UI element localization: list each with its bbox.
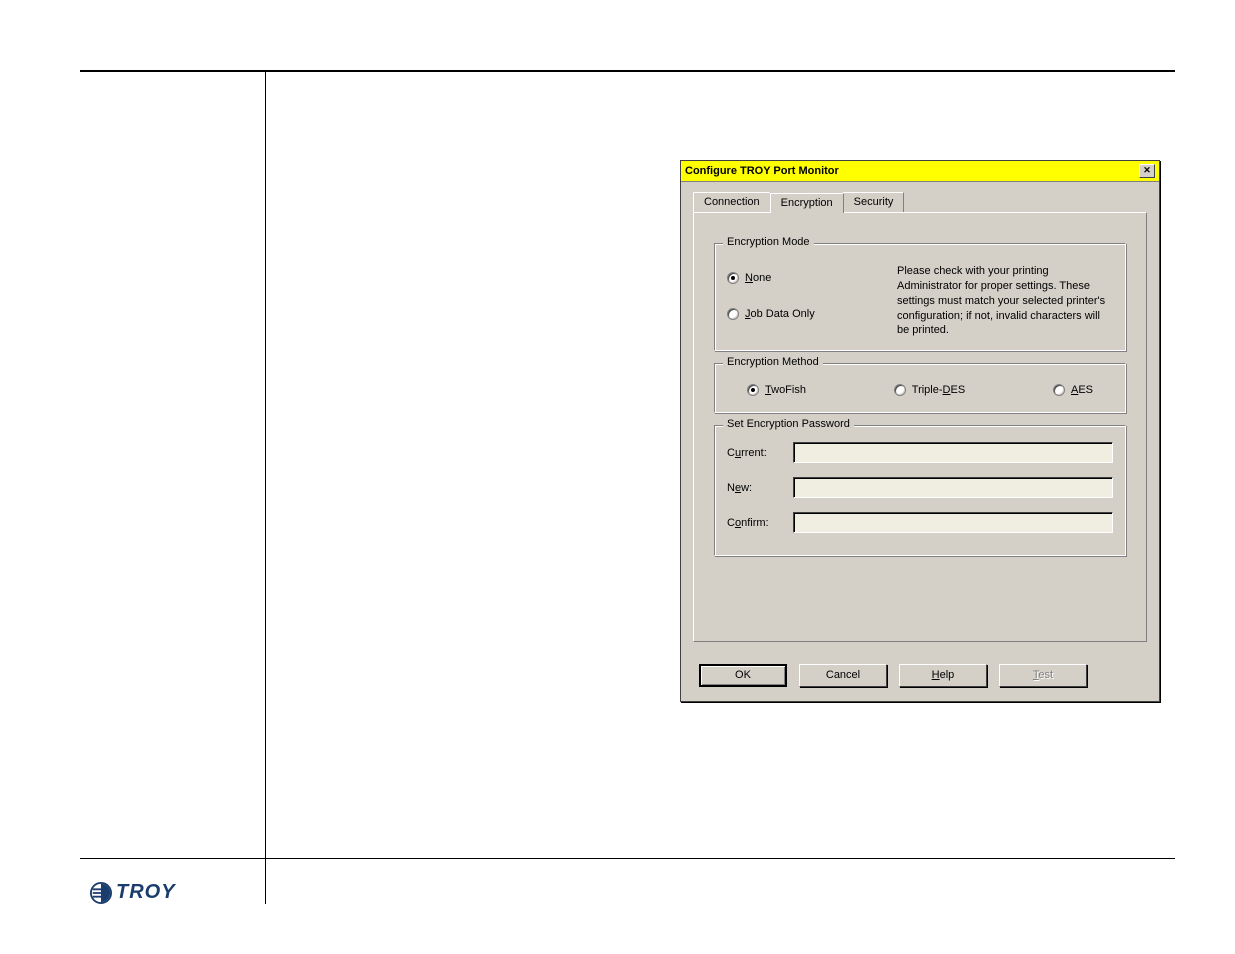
tab-encryption[interactable]: Encryption xyxy=(770,193,844,213)
tab-connection[interactable]: Connection xyxy=(693,192,771,212)
label-new: New: xyxy=(727,482,793,494)
troy-logo-icon xyxy=(90,882,112,904)
close-icon[interactable]: ✕ xyxy=(1139,164,1155,178)
legend-set-password: Set Encryption Password xyxy=(723,418,854,430)
logo-text: TROY xyxy=(116,881,176,904)
radio-row-job[interactable]: Job Data Only xyxy=(727,308,877,320)
radio-row-aes[interactable]: AES xyxy=(1053,384,1093,396)
test-button: Test xyxy=(999,664,1087,687)
radio-row-twofish[interactable]: TwoFish xyxy=(747,384,806,396)
configure-dialog: Configure TROY Port Monitor ✕ Connection… xyxy=(680,160,1160,702)
tabstrip: Connection Encryption Security xyxy=(693,192,1147,212)
help-button[interactable]: Help xyxy=(899,664,987,687)
group-encryption-method: Encryption Method TwoFish Triple-DES AES xyxy=(714,363,1126,413)
radio-none-label: None xyxy=(745,272,771,284)
button-row: OK Cancel Help Test xyxy=(681,654,1159,701)
tab-panel-encryption: Encryption Mode None Job Data Only Pleas… xyxy=(693,212,1147,642)
ok-button[interactable]: OK xyxy=(699,664,787,687)
label-current: Current: xyxy=(727,447,793,459)
radio-none[interactable] xyxy=(727,272,739,284)
bottom-rule xyxy=(80,858,1175,859)
legend-encryption-method: Encryption Method xyxy=(723,356,823,368)
top-rule xyxy=(80,70,1175,72)
dialog-title: Configure TROY Port Monitor xyxy=(685,165,839,177)
input-new-password[interactable] xyxy=(793,477,1113,498)
radio-job-label: Job Data Only xyxy=(745,308,815,320)
radio-job-data-only[interactable] xyxy=(727,308,739,320)
radio-row-tripledes[interactable]: Triple-DES xyxy=(894,384,965,396)
legend-encryption-mode: Encryption Mode xyxy=(723,236,814,248)
radio-aes-label: AES xyxy=(1071,384,1093,396)
titlebar[interactable]: Configure TROY Port Monitor ✕ xyxy=(681,161,1159,182)
vertical-rule xyxy=(265,70,266,904)
group-encryption-mode: Encryption Mode None Job Data Only Pleas… xyxy=(714,243,1126,351)
radio-twofish-label: TwoFish xyxy=(765,384,806,396)
radio-row-none[interactable]: None xyxy=(727,272,877,284)
tab-security[interactable]: Security xyxy=(843,192,905,212)
logo: TROY xyxy=(90,881,176,904)
input-current-password[interactable] xyxy=(793,442,1113,463)
dialog-body: Connection Encryption Security Encryptio… xyxy=(681,182,1159,654)
group-set-password: Set Encryption Password Current: New: Co… xyxy=(714,425,1126,556)
input-confirm-password[interactable] xyxy=(793,512,1113,533)
radio-tripledes[interactable] xyxy=(894,384,906,396)
radio-twofish[interactable] xyxy=(747,384,759,396)
label-confirm: Confirm: xyxy=(727,517,793,529)
cancel-button[interactable]: Cancel xyxy=(799,664,887,687)
radio-aes[interactable] xyxy=(1053,384,1065,396)
mode-help-text: Please check with your printing Administ… xyxy=(897,260,1113,338)
radio-tripledes-label: Triple-DES xyxy=(912,384,965,396)
